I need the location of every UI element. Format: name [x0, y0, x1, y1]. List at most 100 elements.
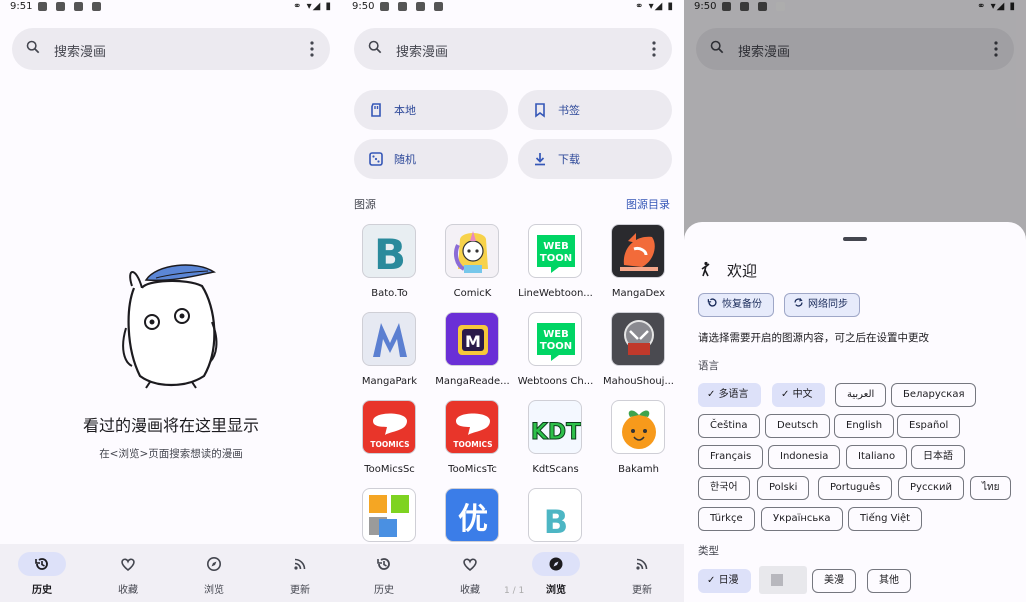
language-chip[interactable]: 한국어 — [698, 476, 750, 500]
check-icon: ✓ — [707, 575, 719, 586]
nav-history-label: 历史 — [32, 585, 52, 596]
nav-updates[interactable]: 更新 — [260, 552, 340, 598]
more-vert-icon[interactable] — [310, 41, 314, 57]
restore-backup-button[interactable]: 恢复备份 — [698, 293, 774, 317]
search-bar[interactable]: 搜索漫画 — [12, 28, 330, 70]
local-label: 本地 — [394, 104, 416, 117]
language-chip-label: Polski — [769, 482, 798, 493]
toomics-logo-icon: TOOMICS — [362, 400, 416, 454]
nav-history[interactable]: 历史 — [2, 552, 82, 598]
sd-card-icon — [371, 103, 381, 117]
source-item[interactable]: MahouShouj... — [597, 312, 680, 398]
source-item[interactable]: WEB TOON LineWebtoon... — [514, 224, 597, 310]
language-chip-label: English — [846, 420, 883, 431]
language-chip-label: Português — [830, 482, 881, 493]
svg-text:WEB: WEB — [543, 241, 568, 252]
nav-updates[interactable]: 更新 — [602, 552, 682, 598]
language-chip-label: Italiano — [858, 451, 896, 462]
rss-icon — [294, 558, 306, 570]
source-item[interactable]: MangaPark — [348, 312, 431, 398]
more-vert-icon[interactable] — [652, 41, 656, 57]
nav-browse[interactable]: 浏览 — [174, 552, 254, 598]
random-label: 随机 — [394, 153, 416, 166]
svg-text:TOOMICS: TOOMICS — [453, 440, 492, 449]
language-chip[interactable]: Polski — [757, 476, 810, 500]
source-name: MangaReade... — [435, 376, 510, 387]
source-item[interactable]: MangaDex — [597, 224, 680, 310]
notification-icon — [416, 2, 425, 11]
source-item[interactable]: TOOMICS TooMicsSc — [348, 400, 431, 486]
language-chip[interactable]: Italiano — [846, 445, 908, 469]
source-name: Bato.To — [371, 288, 408, 299]
source-item[interactable]: Bakamh — [597, 400, 680, 486]
source-name: ComicK — [453, 288, 492, 299]
language-chip-label: Deutsch — [777, 420, 819, 431]
compass-icon — [549, 557, 563, 571]
svg-text:优: 优 — [458, 502, 488, 537]
type-chip[interactable]: ✓ 日漫 — [698, 569, 751, 593]
svg-text:B: B — [544, 503, 568, 541]
type-chip-label: 日漫 — [718, 575, 739, 586]
language-chip[interactable]: Беларуская — [891, 383, 977, 407]
source-catalog-link[interactable]: 图源目录 — [626, 196, 670, 212]
language-chip-label: Čeština — [710, 420, 748, 431]
batoto-logo-icon: B — [362, 224, 416, 278]
type-chip[interactable]: 美漫 — [812, 569, 856, 593]
local-button[interactable]: 本地 — [354, 90, 508, 130]
language-chip[interactable]: Français — [698, 445, 764, 469]
search-bar[interactable]: 搜索漫画 — [354, 28, 672, 70]
source-item[interactable]: B Bato.To — [348, 224, 431, 310]
language-chip[interactable]: Русский — [898, 476, 964, 500]
source-item[interactable]: M MangaReade... — [431, 312, 514, 398]
language-chip[interactable]: Español — [897, 414, 961, 438]
language-chip[interactable]: 日本語 — [911, 445, 965, 469]
language-chip[interactable]: ✓ 中文 — [772, 383, 825, 407]
nav-history[interactable]: 历史 — [344, 552, 424, 598]
system-status-icons: ⚭ ▾◢ ▮ — [293, 1, 332, 12]
check-icon: ✓ — [707, 389, 719, 400]
dice-icon — [369, 152, 383, 166]
language-chip[interactable]: Deutsch — [765, 414, 831, 438]
bookmark-icon — [535, 103, 545, 118]
bookmarks-label: 书签 — [558, 104, 580, 117]
random-button[interactable]: 随机 — [354, 139, 508, 179]
language-chip-label: العربية — [847, 389, 875, 400]
language-chip[interactable]: Türkçe — [698, 507, 755, 531]
browse-screen: 9:50 ⚭ ▾◢ ▮ 搜索漫画 本地 书签 随机 下载 图源 图源目录 B B… — [342, 0, 684, 602]
language-chip[interactable]: English — [834, 414, 895, 438]
nav-favorites[interactable]: 收藏 — [430, 552, 510, 598]
compass-icon — [207, 557, 221, 571]
nav-browse[interactable]: 浏览 — [516, 552, 596, 598]
source-item[interactable]: ComicK — [431, 224, 514, 310]
source-item[interactable]: TOOMICS TooMicsTc — [431, 400, 514, 486]
language-chip[interactable]: Português — [818, 476, 893, 500]
nav-browse-label: 浏览 — [546, 585, 566, 596]
notification-icon — [74, 2, 83, 11]
language-chip[interactable]: Tiếng Việt — [848, 507, 923, 531]
source-item[interactable]: WEB TOON Webtoons Ch... — [514, 312, 597, 398]
source-name: TooMicsSc — [364, 464, 415, 475]
language-chip[interactable]: العربية — [835, 383, 887, 407]
downloads-button[interactable]: 下载 — [518, 139, 672, 179]
network-sync-button[interactable]: 网络同步 — [784, 293, 860, 317]
bookmarks-button[interactable]: 书签 — [518, 90, 672, 130]
type-chip[interactable]: 其他 — [867, 569, 911, 593]
language-chip[interactable]: ไทย — [970, 476, 1012, 500]
language-chip[interactable]: Indonesia — [768, 445, 841, 469]
source-name: Webtoons Ch... — [517, 376, 594, 387]
bakamh-orange-icon — [611, 400, 665, 454]
language-chip[interactable]: ✓ 多语言 — [698, 383, 761, 407]
webtoon-logo-icon: WEB TOON — [528, 224, 582, 278]
nav-favorites[interactable]: 收藏 — [88, 552, 168, 598]
sheet-description: 请选择需要开启的图源内容，可之后在设置中更改 — [698, 332, 929, 344]
mangadex-logo-icon — [611, 224, 665, 278]
mahoushoujo-logo-icon — [611, 312, 665, 366]
source-logo-icon: B — [528, 488, 582, 542]
source-logo-icon — [362, 488, 416, 542]
drag-handle[interactable] — [843, 237, 867, 241]
language-chip[interactable]: Українська — [761, 507, 843, 531]
bottom-navigation: 历史 收藏 浏览 更新 — [0, 544, 342, 602]
language-chip-label: Русский — [910, 482, 952, 493]
language-chip[interactable]: Čeština — [698, 414, 760, 438]
source-item[interactable]: KDT KdtScans — [514, 400, 597, 486]
